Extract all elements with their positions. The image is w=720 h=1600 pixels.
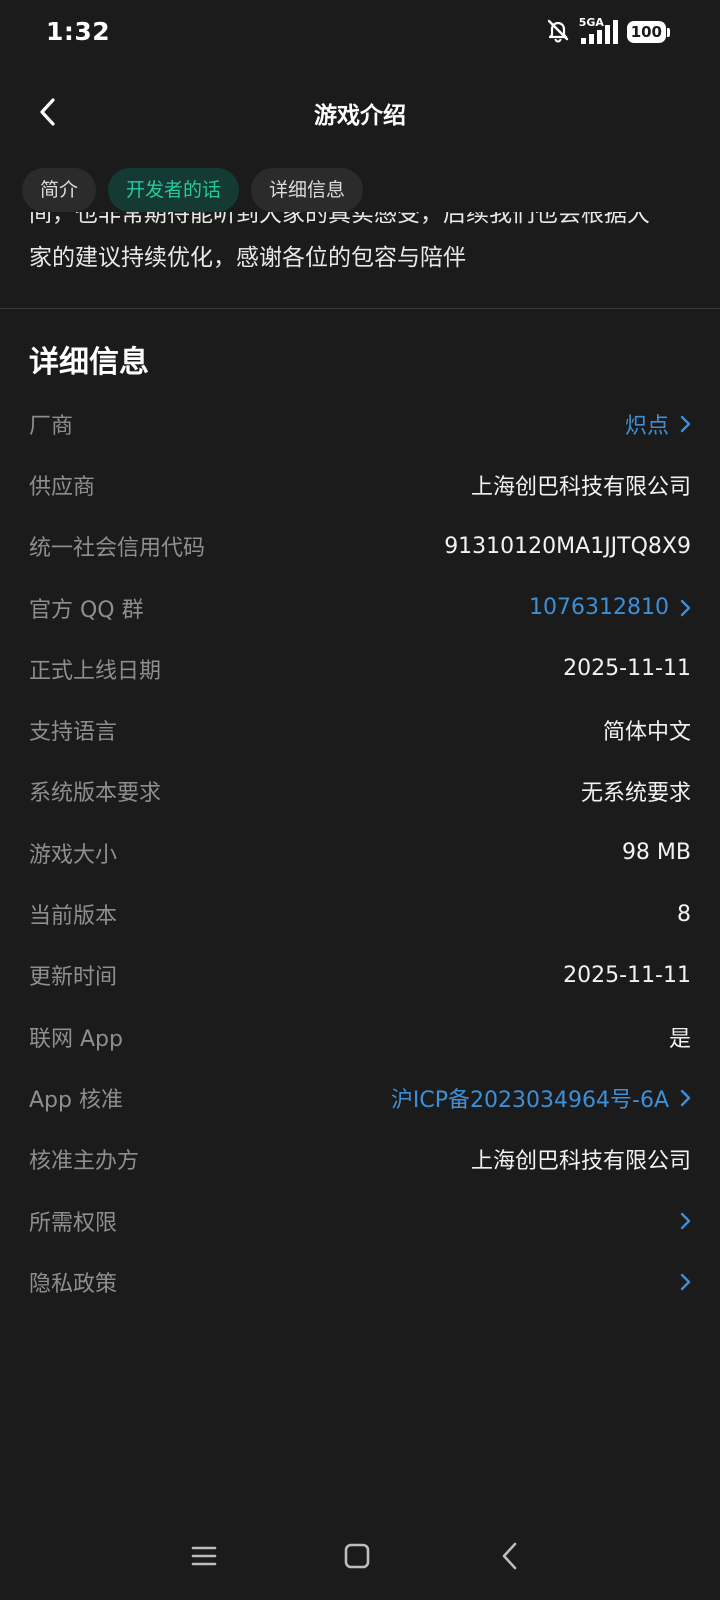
detail-label: 支持语言 <box>29 720 118 746</box>
developer-words-text: 间，也非常期待能听到大家的真实感受，后续我们也会根据大 家的建议持续优化，感谢各… <box>29 212 694 280</box>
status-time: 1:32 <box>46 17 111 46</box>
detail-value: 2025-11-11 <box>563 962 691 988</box>
detail-row-game-size: 游戏大小 98 MB <box>29 822 691 883</box>
detail-value: 是 <box>668 1026 691 1052</box>
menu-button[interactable] <box>182 1534 226 1578</box>
home-icon <box>344 1543 370 1569</box>
battery-tip <box>667 27 670 37</box>
detail-row-current-version: 当前版本 8 <box>29 883 691 944</box>
chevron-right-icon <box>679 598 691 618</box>
nav-back-button[interactable] <box>488 1534 532 1578</box>
details-section-title: 详细信息 <box>29 345 149 380</box>
detail-value: 上海创巴科技有限公司 <box>470 474 691 500</box>
tab-developer-words[interactable]: 开发者的话 <box>108 168 240 212</box>
detail-list: 厂商 炽点 供应商 上海创巴科技有限公司 统一社会信用代码 91310120MA… <box>29 393 691 1312</box>
detail-label: 联网 App <box>29 1026 123 1052</box>
detail-row-vendor[interactable]: 厂商 炽点 <box>29 393 691 454</box>
detail-label: 核准主办方 <box>29 1149 140 1175</box>
status-icons: 5GA 100 <box>545 16 670 47</box>
detail-label: 供应商 <box>29 474 96 500</box>
detail-label: 正式上线日期 <box>29 658 162 684</box>
detail-row-permissions[interactable]: 所需权限 <box>29 1190 691 1251</box>
detail-label: 所需权限 <box>29 1210 118 1236</box>
detail-row-release-date: 正式上线日期 2025-11-11 <box>29 638 691 699</box>
page-title: 游戏介绍 <box>314 103 406 129</box>
detail-value-link[interactable]: 炽点 <box>625 408 669 440</box>
detail-value: 2025-11-11 <box>563 656 691 682</box>
detail-label: 当前版本 <box>29 904 118 930</box>
status-bar: 1:32 5GA 100 <box>0 0 720 66</box>
detail-value: 91310120MA1JJTQ8X9 <box>444 533 691 559</box>
detail-label: 统一社会信用代码 <box>29 536 206 562</box>
detail-row-app-approval[interactable]: App 核准 沪ICP备2023034964号-6A <box>29 1067 691 1128</box>
detail-value-link[interactable]: 沪ICP备2023034964号-6A <box>391 1082 669 1114</box>
detail-row-language: 支持语言 简体中文 <box>29 699 691 760</box>
detail-value: 8 <box>677 901 691 927</box>
detail-row-approval-host: 核准主办方 上海创巴科技有限公司 <box>29 1129 691 1190</box>
detail-value: 上海创巴科技有限公司 <box>470 1149 691 1175</box>
tab-intro[interactable]: 简介 <box>22 168 97 212</box>
detail-label: 官方 QQ 群 <box>29 597 144 623</box>
back-icon <box>502 1542 517 1570</box>
detail-label: 更新时间 <box>29 965 118 991</box>
detail-label: 厂商 <box>29 413 74 439</box>
menu-icon <box>191 1546 217 1566</box>
detail-label: 游戏大小 <box>29 842 118 868</box>
battery-icon: 100 <box>626 21 670 43</box>
tab-details[interactable]: 详细信息 <box>251 168 364 212</box>
chevron-right-icon[interactable] <box>679 1272 691 1292</box>
detail-value: 简体中文 <box>602 720 691 746</box>
detail-value: 98 MB <box>621 840 691 866</box>
chevron-right-icon <box>679 1088 691 1108</box>
home-button[interactable] <box>335 1534 379 1578</box>
chevron-right-icon <box>679 414 691 434</box>
bell-muted-icon <box>545 17 571 47</box>
developer-words-section: 间，也非常期待能听到大家的真实感受，后续我们也会根据大 家的建议持续优化，感谢各… <box>0 212 720 308</box>
detail-row-privacy-policy[interactable]: 隐私政策 <box>29 1251 691 1312</box>
chevron-right-icon[interactable] <box>679 1211 691 1231</box>
system-nav-bar <box>0 1520 720 1600</box>
detail-row-system-requirement: 系统版本要求 无系统要求 <box>29 761 691 822</box>
signal-icon: 5GA <box>579 16 619 46</box>
detail-row-update-time: 更新时间 2025-11-11 <box>29 945 691 1006</box>
battery-level: 100 <box>626 21 666 43</box>
detail-value-link[interactable]: 1076312810 <box>529 595 669 620</box>
developer-words-line: 家的建议持续优化，感谢各位的包容与陪伴 <box>29 245 466 271</box>
developer-words-line: 间，也非常期待能听到大家的真实感受，后续我们也会根据大 <box>29 212 650 227</box>
detail-row-online-app: 联网 App 是 <box>29 1006 691 1067</box>
detail-label: 隐私政策 <box>29 1271 118 1297</box>
detail-label: 系统版本要求 <box>29 781 162 807</box>
detail-row-qq-group[interactable]: 官方 QQ 群 1076312810 <box>29 577 691 638</box>
section-divider <box>0 308 720 309</box>
tab-bar: 简介 开发者的话 详细信息 <box>22 168 364 212</box>
detail-label: App 核准 <box>29 1087 123 1113</box>
detail-value: 无系统要求 <box>580 781 691 807</box>
detail-row-credit-code: 统一社会信用代码 91310120MA1JJTQ8X9 <box>29 516 691 577</box>
header: 游戏介绍 <box>0 76 720 148</box>
detail-row-supplier: 供应商 上海创巴科技有限公司 <box>29 454 691 515</box>
